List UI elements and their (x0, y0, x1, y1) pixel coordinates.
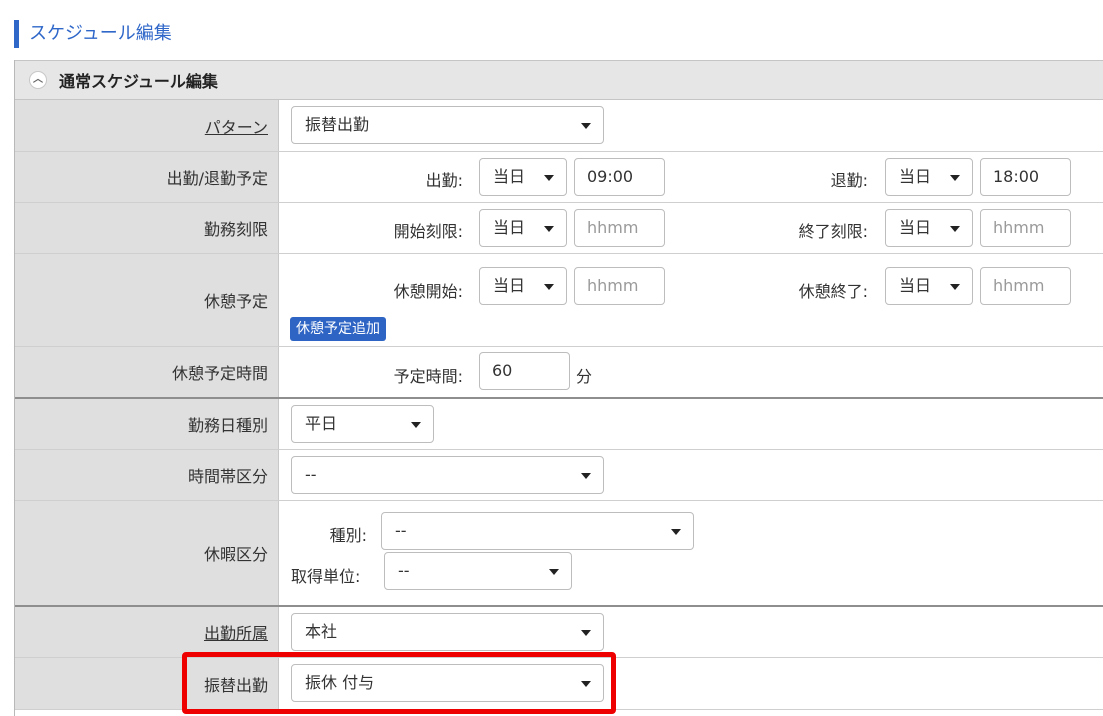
work-dept-link[interactable]: 出勤所属 (204, 620, 268, 644)
row-workday-type: 勤務日種別 平日 (15, 399, 1103, 450)
chevron-down-icon (581, 123, 591, 129)
break-time-label: 休憩予定時間 (15, 347, 279, 397)
workday-type-value: 平日 (305, 414, 338, 433)
row-time-zone-class: 時間帯区分 -- (15, 450, 1103, 501)
work-end-day-select[interactable]: 当日 (885, 158, 973, 196)
pattern-value: 振替出勤 (305, 115, 370, 134)
pattern-link[interactable]: パターン (205, 114, 268, 138)
row-leave-class: 休暇区分 種別: -- 取得単位: -- (15, 501, 1103, 607)
chevron-down-icon (544, 284, 554, 290)
chevron-down-icon (411, 422, 421, 428)
break-end-label: 休憩終了: (798, 282, 868, 301)
section-header[interactable]: ︿ 通常スケジュール編集 (15, 60, 1103, 100)
page-title: スケジュール編集 (14, 20, 172, 48)
limit-end-day-value: 当日 (899, 218, 932, 237)
highlight-box (182, 652, 616, 714)
limit-start-day-value: 当日 (493, 218, 526, 237)
break-schedule-label: 休憩予定 (15, 254, 279, 346)
work-schedule-label: 出勤/退勤予定 (15, 152, 279, 202)
leave-class-label: 休暇区分 (15, 501, 279, 605)
workday-type-label: 勤務日種別 (15, 399, 279, 449)
break-start-label: 休憩開始: (393, 282, 463, 301)
break-end-time-input[interactable]: hhmm (980, 267, 1071, 305)
row-break-schedule: 休憩予定 休憩開始: 当日 hhmm 休憩終了: 当日 hhmm 休憩予定追加 (15, 254, 1103, 347)
break-end-day-select[interactable]: 当日 (885, 267, 973, 305)
leave-type-label: 種別: (329, 526, 367, 545)
leave-unit-label: 取得単位: (291, 567, 361, 586)
row-work-dept: 出勤所属 本社 (15, 607, 1103, 658)
row-break-time: 休憩予定時間 予定時間: 60 分 (15, 347, 1103, 399)
leave-type-select[interactable]: -- (381, 512, 694, 550)
pattern-select[interactable]: 振替出勤 (291, 106, 604, 144)
work-start-time-input[interactable]: 09:00 (574, 158, 665, 196)
chevron-down-icon (581, 630, 591, 636)
minutes-unit: 分 (576, 367, 593, 386)
break-start-day-value: 当日 (493, 276, 526, 295)
add-break-button[interactable]: 休憩予定追加 (290, 317, 386, 341)
chevron-down-icon (950, 284, 960, 290)
limit-end-time-input[interactable]: hhmm (980, 209, 1071, 247)
leave-unit-value: -- (398, 561, 410, 580)
chevron-down-icon (581, 473, 591, 479)
planned-time-label: 予定時間: (393, 367, 463, 386)
chevron-down-icon (549, 569, 559, 575)
work-start-day-select[interactable]: 当日 (479, 158, 567, 196)
break-start-time-input[interactable]: hhmm (574, 267, 665, 305)
limit-start-label: 開始刻限: (393, 222, 463, 241)
work-end-day-value: 当日 (899, 167, 932, 186)
time-zone-class-select[interactable]: -- (291, 456, 604, 494)
break-start-day-select[interactable]: 当日 (479, 267, 567, 305)
chevron-down-icon (544, 226, 554, 232)
leave-type-value: -- (395, 521, 407, 540)
schedule-edit-section: ︿ 通常スケジュール編集 パターン 振替出勤 出勤/退勤予定 出勤: 当日 09… (14, 60, 1103, 716)
leave-unit-select[interactable]: -- (384, 552, 572, 590)
row-work-schedule: 出勤/退勤予定 出勤: 当日 09:00 退勤: 当日 18:00 (15, 152, 1103, 203)
limit-start-day-select[interactable]: 当日 (479, 209, 567, 247)
section-title: 通常スケジュール編集 (59, 72, 218, 91)
row-work-limit: 勤務刻限 開始刻限: 当日 hhmm 終了刻限: 当日 hhmm (15, 203, 1103, 254)
work-dept-label: 出勤所属 (15, 607, 279, 657)
planned-time-input[interactable]: 60 (479, 352, 570, 390)
break-end-day-value: 当日 (899, 276, 932, 295)
work-start-day-value: 当日 (493, 167, 526, 186)
chevron-down-icon (544, 175, 554, 181)
row-pattern: パターン 振替出勤 (15, 100, 1103, 152)
limit-end-day-select[interactable]: 当日 (885, 209, 973, 247)
pattern-label: パターン (15, 100, 279, 151)
work-start-label: 出勤: (425, 171, 463, 190)
work-limit-label: 勤務刻限 (15, 203, 279, 253)
chevron-down-icon (671, 529, 681, 535)
chevron-down-icon (950, 226, 960, 232)
work-dept-select[interactable]: 本社 (291, 613, 604, 651)
time-zone-class-value: -- (305, 465, 317, 484)
work-end-label: 退勤: (830, 171, 868, 190)
work-dept-value: 本社 (305, 622, 338, 641)
chevron-down-icon (950, 175, 960, 181)
time-zone-class-label: 時間帯区分 (15, 450, 279, 500)
limit-start-time-input[interactable]: hhmm (574, 209, 665, 247)
chevron-up-icon[interactable]: ︿ (29, 71, 47, 89)
work-end-time-input[interactable]: 18:00 (980, 158, 1071, 196)
limit-end-label: 終了刻限: (798, 222, 868, 241)
workday-type-select[interactable]: 平日 (291, 405, 434, 443)
